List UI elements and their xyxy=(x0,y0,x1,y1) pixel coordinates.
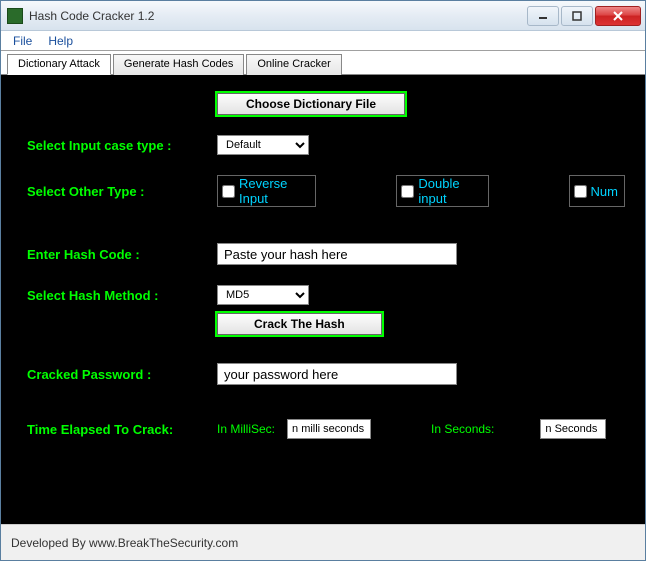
minimize-icon xyxy=(538,11,548,21)
reverse-input-box[interactable] xyxy=(222,185,235,198)
app-window: Hash Code Cracker 1.2 File Help Dictiona… xyxy=(0,0,646,561)
millisec-label: In MilliSec: xyxy=(217,422,275,436)
seconds-label: In Seconds: xyxy=(431,422,494,436)
cracked-password-label: Cracked Password : xyxy=(27,367,217,382)
window-controls xyxy=(527,6,641,26)
footer: Developed By www.BreakTheSecurity.com xyxy=(1,524,645,560)
hash-code-label: Enter Hash Code : xyxy=(27,247,217,262)
window-title: Hash Code Cracker 1.2 xyxy=(29,9,527,23)
footer-text: Developed By www.BreakTheSecurity.com xyxy=(11,536,238,550)
seconds-output xyxy=(540,419,606,439)
app-icon xyxy=(7,8,23,24)
tab-bar: Dictionary Attack Generate Hash Codes On… xyxy=(1,51,645,75)
other-type-label: Select Other Type : xyxy=(27,184,217,199)
double-input-label: Double input xyxy=(418,176,487,206)
close-icon xyxy=(612,10,624,22)
num-checkbox[interactable]: Num xyxy=(569,175,625,207)
tab-dictionary-attack[interactable]: Dictionary Attack xyxy=(7,54,111,75)
case-type-label: Select Input case type : xyxy=(27,138,217,153)
maximize-icon xyxy=(572,11,582,21)
choose-dictionary-file-button[interactable]: Choose Dictionary File xyxy=(217,93,405,115)
close-button[interactable] xyxy=(595,6,641,26)
maximize-button[interactable] xyxy=(561,6,593,26)
double-input-box[interactable] xyxy=(401,185,414,198)
titlebar: Hash Code Cracker 1.2 xyxy=(1,1,645,31)
hash-code-input[interactable] xyxy=(217,243,457,265)
crack-hash-button[interactable]: Crack The Hash xyxy=(217,313,382,335)
time-elapsed-label: Time Elapsed To Crack: xyxy=(27,422,217,437)
hash-method-label: Select Hash Method : xyxy=(27,288,217,303)
hash-method-select[interactable]: MD5 xyxy=(217,285,309,305)
content-area: Choose Dictionary File Select Input case… xyxy=(1,75,645,524)
cracked-password-output[interactable] xyxy=(217,363,457,385)
tab-generate-hash-codes[interactable]: Generate Hash Codes xyxy=(113,54,244,75)
millisec-output xyxy=(287,419,371,439)
menubar: File Help xyxy=(1,31,645,51)
menu-file[interactable]: File xyxy=(5,32,40,50)
minimize-button[interactable] xyxy=(527,6,559,26)
reverse-input-label: Reverse Input xyxy=(239,176,315,206)
num-label: Num xyxy=(591,184,624,199)
menu-help[interactable]: Help xyxy=(40,32,81,50)
tab-online-cracker[interactable]: Online Cracker xyxy=(246,54,341,75)
double-input-checkbox[interactable]: Double input xyxy=(396,175,488,207)
reverse-input-checkbox[interactable]: Reverse Input xyxy=(217,175,316,207)
num-box[interactable] xyxy=(574,185,587,198)
case-type-select[interactable]: Default xyxy=(217,135,309,155)
